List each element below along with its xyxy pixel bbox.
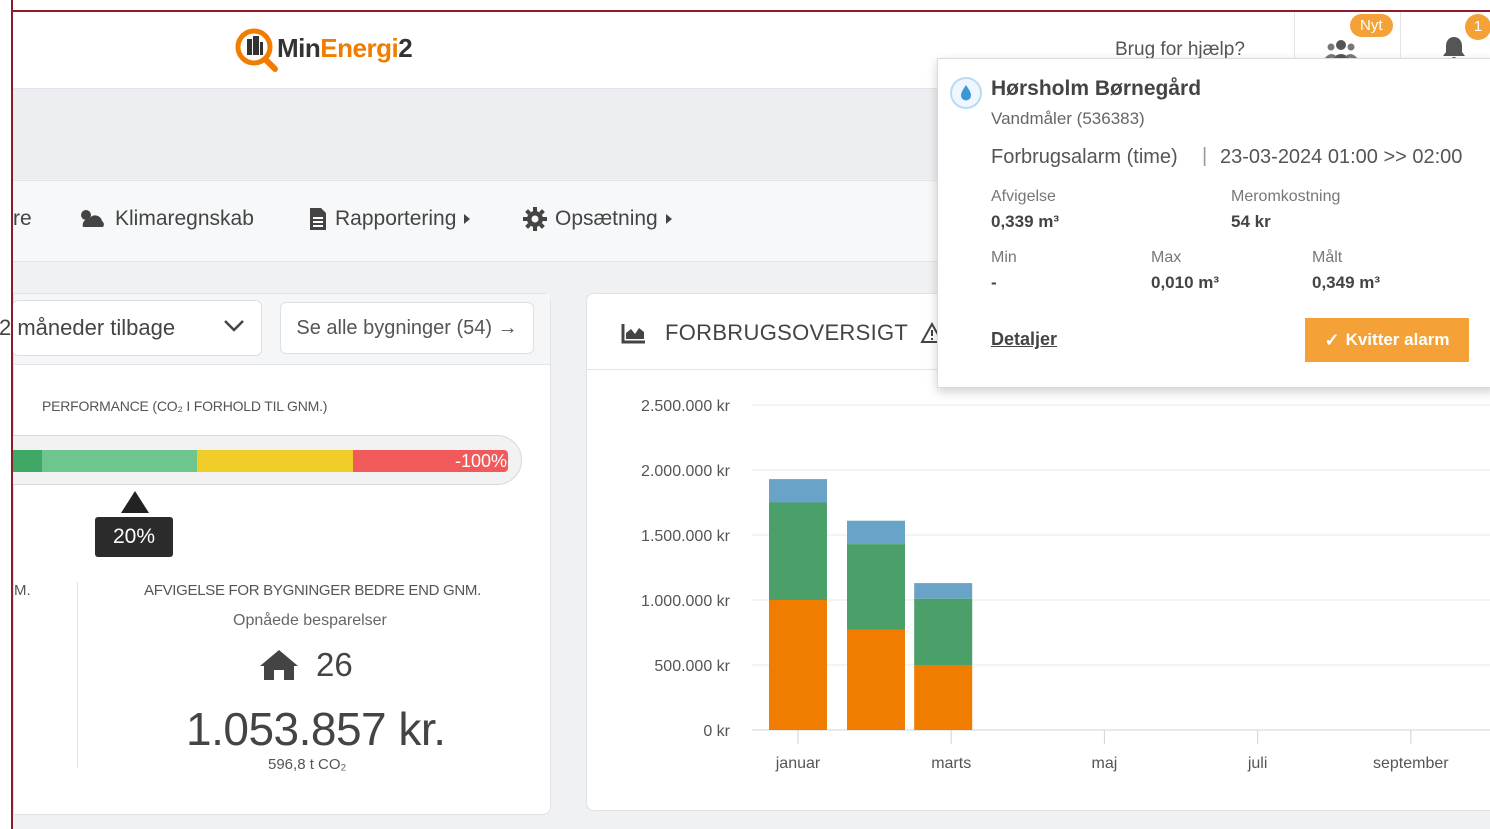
- logo-text-energi: Energi: [320, 32, 399, 63]
- meromkostning-label: Meromkostning: [1231, 188, 1341, 205]
- stat-divider: [77, 582, 78, 768]
- nav-item-truncated[interactable]: re: [13, 207, 32, 231]
- bar-segment: [914, 583, 973, 599]
- bar-end-label: -100%: [454, 451, 507, 471]
- nav-item-label: Klimaregnskab: [115, 207, 254, 230]
- bar-segment: [914, 598, 973, 665]
- meromkostning-value: 54 kr: [1231, 212, 1271, 231]
- area-chart-icon: [621, 324, 645, 344]
- performance-card: 2 måneder tilbage Se alle bygninger (54)…: [0, 293, 551, 815]
- logo-magnifier-icon: [235, 28, 278, 72]
- x-tick-label: maj: [1092, 755, 1118, 772]
- min-value: -: [991, 273, 997, 292]
- afvigelse-label: Afvigelse: [991, 188, 1056, 205]
- alarm-meter: Vandmåler (536383): [991, 109, 1145, 128]
- maalt-value: 0,349 m³: [1312, 273, 1381, 292]
- bar-segment-dark-green: [13, 450, 42, 472]
- alarm-type: Forbrugsalarm (time): [991, 146, 1178, 168]
- window-frame-left: [11, 0, 13, 829]
- performance-marker-pointer: [121, 491, 149, 513]
- alarm-building-name: Hørsholm Børnegård: [991, 77, 1202, 100]
- chevron-down-icon: [224, 320, 244, 332]
- consumption-overview-title: FORBRUGSOVERSIGT: [621, 320, 962, 346]
- bar-segment: [769, 600, 827, 730]
- check-icon: ✓: [1324, 329, 1340, 350]
- nav-item-label: Opsætning: [555, 207, 658, 230]
- nav-item-klimaregnskab[interactable]: Klimaregnskab: [77, 207, 254, 231]
- house-icon: [260, 650, 298, 680]
- maalt-label: Målt: [1312, 249, 1343, 266]
- notification-count-badge: 1: [1465, 14, 1490, 40]
- caret-right-icon: [665, 214, 672, 224]
- details-link[interactable]: Detaljer: [991, 329, 1057, 350]
- gear-icon: [523, 207, 547, 231]
- period-select-value: 2 måneder tilbage: [0, 315, 176, 340]
- acknowledge-alarm-label: Kvitter alarm: [1345, 330, 1450, 349]
- cloud-sun-icon: [81, 210, 104, 227]
- alarm-separator: |: [1202, 145, 1208, 167]
- bar-segment: [914, 665, 973, 730]
- acknowledge-alarm-button[interactable]: ✓ Kvitter alarm: [1305, 318, 1469, 362]
- y-tick-label: 1.000.000 kr: [641, 593, 731, 610]
- logo-text-min: Min: [277, 32, 321, 63]
- window-frame-top: [11, 10, 1490, 12]
- afvigelse-title: AFVIGELSE FOR BYGNINGER BEDRE END GNM.: [144, 582, 481, 599]
- bar-segment: [769, 502, 827, 600]
- bar-segment: [769, 479, 827, 503]
- building-count: 26: [316, 646, 353, 683]
- nav-item-label: Rapportering: [335, 207, 457, 230]
- y-tick-label: 0 kr: [703, 723, 730, 740]
- y-tick-label: 2.000.000 kr: [641, 463, 731, 480]
- afvigelse-value: 0,339 m³: [991, 212, 1060, 231]
- consumption-chart: 0 kr 500.000 kr 1.000.000 kr 1.500.000 kr 2.…: [641, 398, 1490, 772]
- y-tick-label: 1.500.000 kr: [641, 528, 731, 545]
- nav-item-rapportering[interactable]: Rapportering: [309, 207, 471, 231]
- x-tick-label: juli: [1247, 755, 1268, 772]
- left-stat-title: M.: [14, 582, 31, 599]
- max-value: 0,010 m³: [1151, 273, 1220, 292]
- building-count-row: 26: [258, 646, 353, 684]
- bar-segment: [847, 520, 905, 545]
- bar-segment-yellow: [197, 450, 353, 472]
- co2-amount: 596,8 t CO₂: [268, 756, 347, 773]
- period-select[interactable]: 2 måneder tilbage: [0, 300, 262, 356]
- alarm-period: 23-03-2024 01:00 >> 02:00: [1220, 146, 1463, 168]
- performance-title: PERFORMANCE (CO₂ I FORHOLD TIL GNM.): [42, 398, 328, 414]
- bar-segment: [847, 629, 905, 730]
- water-drop-icon: [950, 77, 982, 109]
- performance-bar: -100%: [12, 435, 522, 485]
- min-label: Min: [991, 249, 1017, 266]
- x-tick-label: januar: [775, 755, 821, 772]
- alarm-popup: Hørsholm Børnegård Vandmåler (536383) Fo…: [937, 58, 1490, 388]
- bar-segment: [847, 544, 905, 630]
- file-icon: [310, 208, 326, 230]
- app-logo[interactable]: MinEnergi2: [235, 28, 413, 72]
- afvigelse-subtitle: Opnåede besparelser: [233, 612, 387, 629]
- nav-item-opsaetning[interactable]: Opsætning: [523, 207, 672, 231]
- bar-segment-green: [42, 450, 197, 472]
- y-tick-label: 500.000 kr: [654, 658, 730, 675]
- nav-item-label: re: [13, 207, 32, 230]
- performance-marker-value: 20%: [95, 517, 173, 557]
- x-tick-label: september: [1373, 755, 1449, 772]
- y-tick-label: 2.500.000 kr: [641, 398, 731, 415]
- performance-card-header: 2 måneder tilbage Se alle bygninger (54)…: [0, 294, 550, 365]
- max-label: Max: [1151, 249, 1182, 266]
- see-all-buildings-button[interactable]: Se alle bygninger (54) →: [280, 302, 534, 354]
- overview-title-text: FORBRUGSOVERSIGT: [665, 320, 909, 345]
- x-tick-label: marts: [931, 755, 971, 772]
- new-badge: Nyt: [1350, 14, 1393, 37]
- caret-right-icon: [464, 214, 471, 224]
- savings-amount: 1.053.857 kr.: [186, 703, 446, 755]
- logo-text-2: 2: [398, 32, 413, 63]
